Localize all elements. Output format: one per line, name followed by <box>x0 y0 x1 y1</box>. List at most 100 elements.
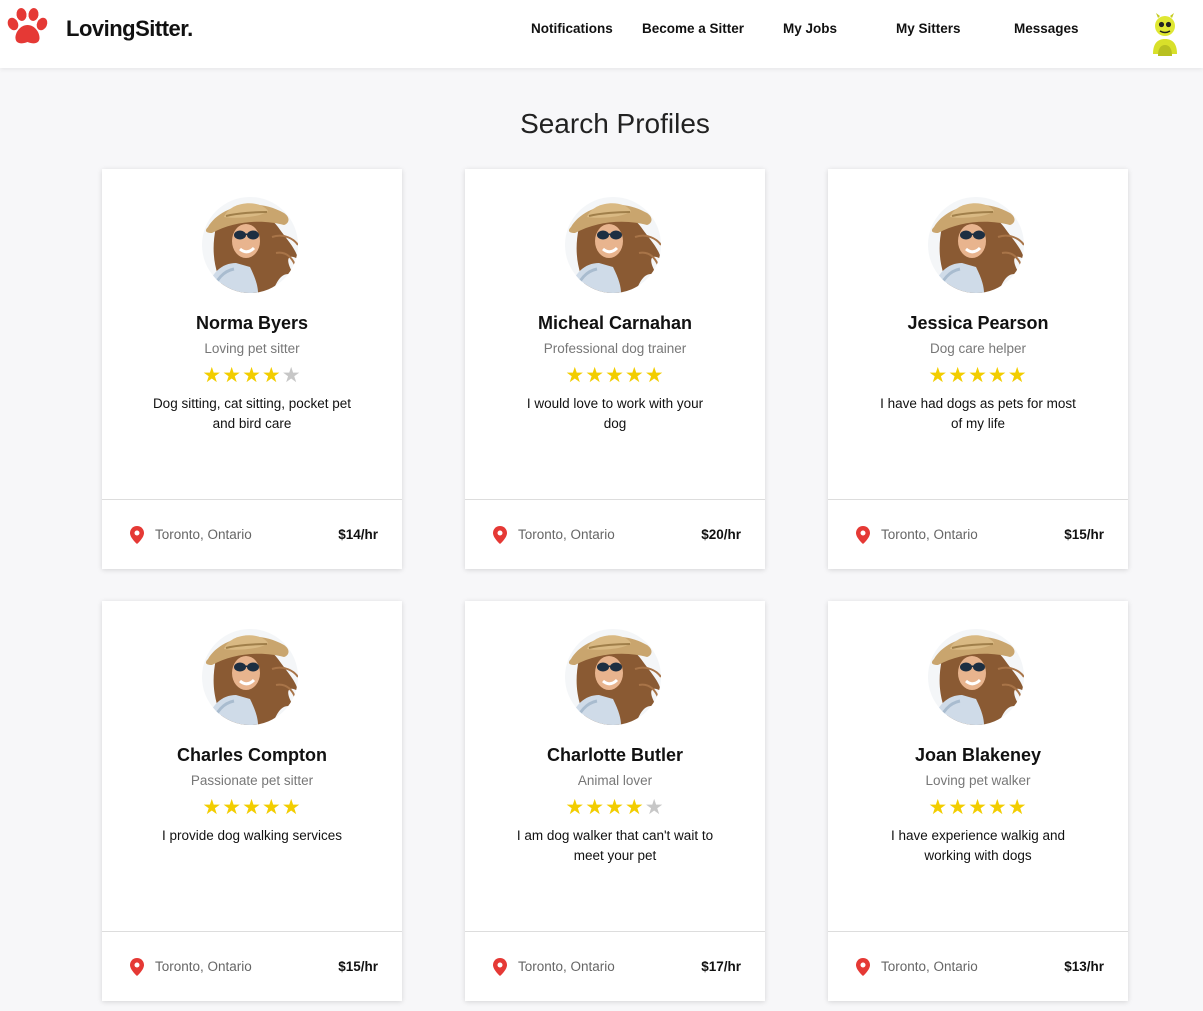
sitter-name[interactable]: Jessica Pearson <box>828 313 1128 334</box>
sitter-rate: $17/hr <box>701 959 741 974</box>
star-filled-icon: ★ <box>948 364 969 387</box>
sitter-name[interactable]: Charlotte Butler <box>465 745 765 766</box>
sitter-location: Toronto, Ontario <box>518 527 615 542</box>
star-empty-icon: ★ <box>644 796 665 819</box>
star-filled-icon: ★ <box>261 796 282 819</box>
sitter-name[interactable]: Micheal Carnahan <box>465 313 765 334</box>
profile-photo-image <box>928 197 1024 293</box>
star-filled-icon: ★ <box>948 796 969 819</box>
star-filled-icon: ★ <box>222 796 243 819</box>
paw-logo-icon[interactable] <box>6 7 50 47</box>
star-filled-icon: ★ <box>624 364 645 387</box>
star-filled-icon: ★ <box>1007 796 1028 819</box>
page-title: Search Profiles <box>520 108 710 139</box>
star-filled-icon: ★ <box>644 364 665 387</box>
star-filled-icon: ★ <box>1007 364 1028 387</box>
sitter-tagline: Dog care helper <box>929 341 1027 356</box>
sitter-photo[interactable] <box>928 197 1024 293</box>
sitter-name[interactable]: Charles Compton <box>102 745 402 766</box>
nav-my-sitters[interactable]: My Sitters <box>896 21 961 36</box>
rating-stars: ★★★★★ <box>102 797 402 819</box>
sitter-location: Toronto, Ontario <box>155 527 252 542</box>
rating-stars: ★★★★★ <box>465 797 765 819</box>
top-navbar: LovingSitter. Notifications Become a Sit… <box>0 0 1203 68</box>
star-filled-icon: ★ <box>928 364 949 387</box>
sitter-card[interactable]: Jessica Pearson Dog care helper ★★★★★ I … <box>828 169 1128 569</box>
sitter-tagline: Loving pet walker <box>925 773 1031 788</box>
user-avatar[interactable] <box>1148 12 1182 56</box>
sitter-card[interactable]: Norma Byers Loving pet sitter ★★★★★ Dog … <box>102 169 402 569</box>
sitter-rate: $14/hr <box>338 527 378 542</box>
sitter-card[interactable]: Charles Compton Passionate pet sitter ★★… <box>102 601 402 1001</box>
star-filled-icon: ★ <box>605 364 625 387</box>
nav-become-a-sitter[interactable]: Become a Sitter <box>642 21 744 36</box>
profile-photo-image <box>565 629 661 725</box>
sitter-photo[interactable] <box>928 629 1024 725</box>
sitter-description: I provide dog walking services <box>161 828 343 843</box>
sitter-description: I would love to work with your dog <box>526 396 704 431</box>
card-divider <box>465 931 765 932</box>
sitter-location: Toronto, Ontario <box>155 959 252 974</box>
card-divider <box>828 931 1128 932</box>
sitter-location: Toronto, Ontario <box>881 527 978 542</box>
rating-stars: ★★★★★ <box>465 365 765 387</box>
star-filled-icon: ★ <box>585 796 606 819</box>
star-filled-icon: ★ <box>565 364 586 387</box>
card-divider <box>102 931 402 932</box>
profile-photo-image <box>202 629 298 725</box>
star-filled-icon: ★ <box>605 796 625 819</box>
sitter-name[interactable]: Norma Byers <box>102 313 402 334</box>
sitter-description: I have had dogs as pets for most of my l… <box>880 396 1076 431</box>
sitter-card[interactable]: Micheal Carnahan Professional dog traine… <box>465 169 765 569</box>
star-filled-icon: ★ <box>281 796 302 819</box>
star-filled-icon: ★ <box>565 796 586 819</box>
sitter-description: I am dog walker that can't wait to meet … <box>516 828 714 863</box>
star-filled-icon: ★ <box>261 364 282 387</box>
sitter-tagline: Loving pet sitter <box>204 341 300 356</box>
star-filled-icon: ★ <box>202 796 223 819</box>
location-pin-icon <box>856 958 870 976</box>
sitter-tagline: Passionate pet sitter <box>190 773 314 788</box>
star-filled-icon: ★ <box>242 796 262 819</box>
star-filled-icon: ★ <box>987 796 1008 819</box>
sitter-tagline: Animal lover <box>577 773 653 788</box>
star-filled-icon: ★ <box>968 364 988 387</box>
sitter-description: Dog sitting, cat sitting, pocket pet and… <box>152 396 352 431</box>
sitter-card[interactable]: Joan Blakeney Loving pet walker ★★★★★ I … <box>828 601 1128 1001</box>
sitter-description: I have experience walkig and working wit… <box>890 828 1066 863</box>
profile-photo-image <box>928 629 1024 725</box>
star-empty-icon: ★ <box>281 364 302 387</box>
card-divider <box>465 499 765 500</box>
location-pin-icon <box>130 526 144 544</box>
star-filled-icon: ★ <box>202 364 223 387</box>
location-pin-icon <box>493 958 507 976</box>
rating-stars: ★★★★★ <box>828 365 1128 387</box>
star-filled-icon: ★ <box>222 364 243 387</box>
card-divider <box>828 499 1128 500</box>
location-pin-icon <box>493 526 507 544</box>
nav-my-jobs[interactable]: My Jobs <box>783 21 837 36</box>
sitter-rate: $13/hr <box>1064 959 1104 974</box>
nav-notifications[interactable]: Notifications <box>531 21 613 36</box>
star-filled-icon: ★ <box>987 364 1008 387</box>
sitter-name[interactable]: Joan Blakeney <box>828 745 1128 766</box>
brand-name[interactable]: LovingSitter. <box>66 16 193 42</box>
star-filled-icon: ★ <box>968 796 988 819</box>
sitter-rate: $15/hr <box>1064 527 1104 542</box>
sitter-photo[interactable] <box>202 197 298 293</box>
card-divider <box>102 499 402 500</box>
sitter-photo[interactable] <box>202 629 298 725</box>
star-filled-icon: ★ <box>624 796 645 819</box>
star-filled-icon: ★ <box>928 796 949 819</box>
sitter-rate: $15/hr <box>338 959 378 974</box>
rating-stars: ★★★★★ <box>828 797 1128 819</box>
star-filled-icon: ★ <box>585 364 606 387</box>
profile-photo-image <box>202 197 298 293</box>
sitter-photo[interactable] <box>565 197 661 293</box>
location-pin-icon <box>130 958 144 976</box>
nav-messages[interactable]: Messages <box>1014 21 1079 36</box>
sitter-location: Toronto, Ontario <box>881 959 978 974</box>
sitter-location: Toronto, Ontario <box>518 959 615 974</box>
sitter-photo[interactable] <box>565 629 661 725</box>
sitter-card[interactable]: Charlotte Butler Animal lover ★★★★★ I am… <box>465 601 765 1001</box>
